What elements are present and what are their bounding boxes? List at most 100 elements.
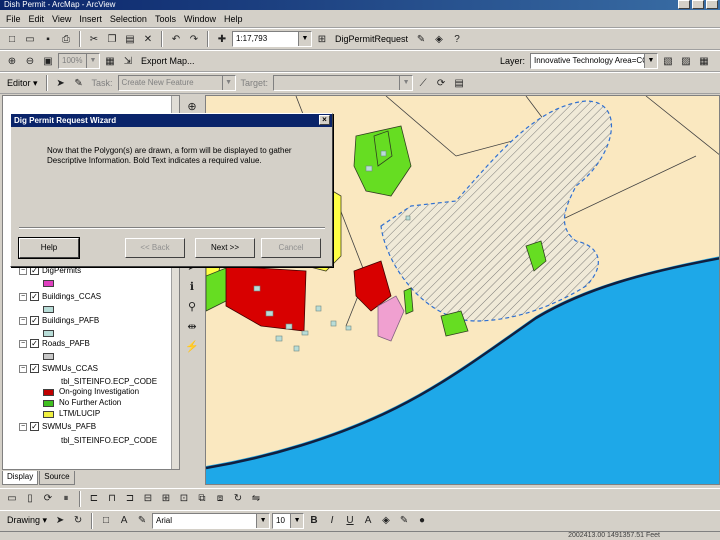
- swmu-no-further-action[interactable]: [403, 287, 414, 315]
- align-center-icon[interactable]: ⊓: [104, 491, 120, 507]
- map-scale-combo[interactable]: 1:17,793: [232, 31, 312, 47]
- table-icon[interactable]: ▦: [696, 53, 712, 69]
- collapse-icon[interactable]: −: [19, 339, 27, 348]
- new-text-icon[interactable]: A: [116, 513, 132, 529]
- collapse-icon[interactable]: −: [19, 292, 27, 301]
- bring-to-front-icon[interactable]: ⧉: [194, 491, 210, 507]
- toc-layer-buildings-ccas[interactable]: − ✓ Buildings_CCAS: [19, 292, 101, 301]
- task-combo[interactable]: Create New Feature: [117, 75, 236, 91]
- print-icon[interactable]: ⎙: [58, 31, 74, 47]
- edit-tool-icon[interactable]: ➤: [53, 75, 69, 91]
- new-document-icon[interactable]: □: [4, 31, 20, 47]
- layer-checkbox[interactable]: ✓: [30, 266, 39, 275]
- flip-icon[interactable]: ⇋: [248, 491, 264, 507]
- arctoolbox-icon[interactable]: ◈: [431, 31, 447, 47]
- copy-icon[interactable]: ❐: [104, 31, 120, 47]
- undo-icon[interactable]: ↶: [168, 31, 184, 47]
- layer-checkbox[interactable]: ✓: [30, 422, 39, 431]
- editor-toolbar-icon[interactable]: ✎: [413, 31, 429, 47]
- maximize-button[interactable]: [692, 0, 704, 9]
- target-combo[interactable]: [273, 75, 414, 91]
- zoom-whole-page-icon[interactable]: ▣: [40, 53, 56, 69]
- collapse-icon[interactable]: −: [19, 422, 27, 431]
- hyperlink-icon[interactable]: ⚡: [184, 338, 200, 354]
- layer-checkbox[interactable]: ✓: [30, 292, 39, 301]
- menu-file[interactable]: File: [6, 14, 21, 24]
- identify-icon[interactable]: ℹ: [184, 278, 200, 294]
- font-size-combo[interactable]: 10: [272, 512, 305, 529]
- drawing-menu[interactable]: Drawing ▾: [4, 515, 50, 526]
- layer-checkbox[interactable]: ✓: [30, 364, 39, 373]
- layout-view-icon[interactable]: ▯: [22, 491, 38, 507]
- line-color-icon[interactable]: ✎: [396, 513, 412, 529]
- edit-vertices-icon[interactable]: ✎: [134, 513, 150, 529]
- whats-this-help-icon[interactable]: ?: [449, 31, 465, 47]
- dig-permit-icon[interactable]: ⊞: [314, 31, 330, 47]
- fill-color-icon[interactable]: ◈: [378, 513, 394, 529]
- rotate-element-icon[interactable]: ↻: [70, 513, 86, 529]
- zoom-in-page-icon[interactable]: ⊕: [4, 53, 20, 69]
- menu-window[interactable]: Window: [184, 14, 216, 24]
- close-window-button[interactable]: [706, 0, 718, 9]
- bold-icon[interactable]: B: [306, 513, 322, 529]
- toggle-draft-icon[interactable]: ▦: [102, 53, 118, 69]
- help-button[interactable]: Help: [18, 237, 80, 259]
- clear-selection-icon[interactable]: ▨: [678, 53, 694, 69]
- tab-display[interactable]: Display: [2, 471, 39, 485]
- export-map-button[interactable]: Export Map...: [138, 56, 198, 66]
- menu-tools[interactable]: Tools: [155, 14, 176, 24]
- split-tool-icon[interactable]: ⟋: [415, 75, 431, 91]
- menu-insert[interactable]: Insert: [79, 14, 102, 24]
- layer-checkbox[interactable]: ✓: [30, 339, 39, 348]
- menu-view[interactable]: View: [52, 14, 71, 24]
- editor-menu[interactable]: Editor ▾: [4, 78, 41, 89]
- paste-icon[interactable]: ▤: [122, 31, 138, 47]
- layer-combo[interactable]: Innovative Technology Area=CC: [530, 53, 658, 69]
- toc-layer-digpermits[interactable]: − ✓ DigPermits: [19, 266, 81, 275]
- layer-checkbox[interactable]: ✓: [30, 316, 39, 325]
- rectangle-icon[interactable]: □: [98, 513, 114, 529]
- zoom-out-page-icon[interactable]: ⊖: [22, 53, 38, 69]
- save-icon[interactable]: ▪: [40, 31, 56, 47]
- data-view-icon[interactable]: ▭: [4, 491, 20, 507]
- tab-source[interactable]: Source: [39, 471, 75, 485]
- add-data-icon[interactable]: ✚: [214, 31, 230, 47]
- toc-layer-swmus-ccas[interactable]: − ✓ SWMUs_CCAS: [19, 364, 98, 373]
- rotate-tool-icon[interactable]: ⟳: [433, 75, 449, 91]
- marker-color-icon[interactable]: ●: [414, 513, 430, 529]
- group-icon[interactable]: ⊞: [158, 491, 174, 507]
- zoom-percent-combo[interactable]: 100%: [58, 53, 100, 69]
- minimize-button[interactable]: [678, 0, 690, 9]
- zoom-in-icon[interactable]: ⊕: [184, 98, 200, 114]
- send-to-back-icon[interactable]: ⧈: [212, 491, 228, 507]
- font-combo[interactable]: Arial: [152, 512, 271, 529]
- underline-icon[interactable]: U: [342, 513, 358, 529]
- cut-icon[interactable]: ✂: [86, 31, 102, 47]
- toc-layer-roads-pafb[interactable]: − ✓ Roads_PAFB: [19, 339, 90, 348]
- select-arrow-icon[interactable]: ➤: [52, 513, 68, 529]
- attributes-icon[interactable]: ▤: [451, 75, 467, 91]
- delete-icon[interactable]: ✕: [140, 31, 156, 47]
- menu-help[interactable]: Help: [224, 14, 243, 24]
- measure-icon[interactable]: ⇹: [184, 318, 200, 334]
- font-color-icon[interactable]: A: [360, 513, 376, 529]
- find-binoculars-icon[interactable]: ⚲: [184, 298, 200, 314]
- italic-icon[interactable]: I: [324, 513, 340, 529]
- pause-drawing-icon[interactable]: ⏸: [58, 491, 74, 507]
- refresh-icon[interactable]: ⟳: [40, 491, 56, 507]
- toc-layer-swmus-pafb[interactable]: − ✓ SWMUs_PAFB: [19, 422, 96, 431]
- menu-selection[interactable]: Selection: [110, 14, 147, 24]
- collapse-icon[interactable]: −: [19, 316, 27, 325]
- menu-edit[interactable]: Edit: [29, 14, 45, 24]
- select-features-icon[interactable]: ▧: [660, 53, 676, 69]
- distribute-icon[interactable]: ⊟: [140, 491, 156, 507]
- back-button[interactable]: << Back: [125, 238, 185, 258]
- redo-icon[interactable]: ↷: [186, 31, 202, 47]
- cancel-button[interactable]: Cancel: [261, 238, 321, 258]
- open-folder-icon[interactable]: ▭: [22, 31, 38, 47]
- export-map-icon[interactable]: ⇲: [120, 53, 136, 69]
- collapse-icon[interactable]: −: [19, 364, 27, 373]
- align-left-icon[interactable]: ⊏: [86, 491, 102, 507]
- sketch-tool-icon[interactable]: ✎: [71, 75, 87, 91]
- ungroup-icon[interactable]: ⊡: [176, 491, 192, 507]
